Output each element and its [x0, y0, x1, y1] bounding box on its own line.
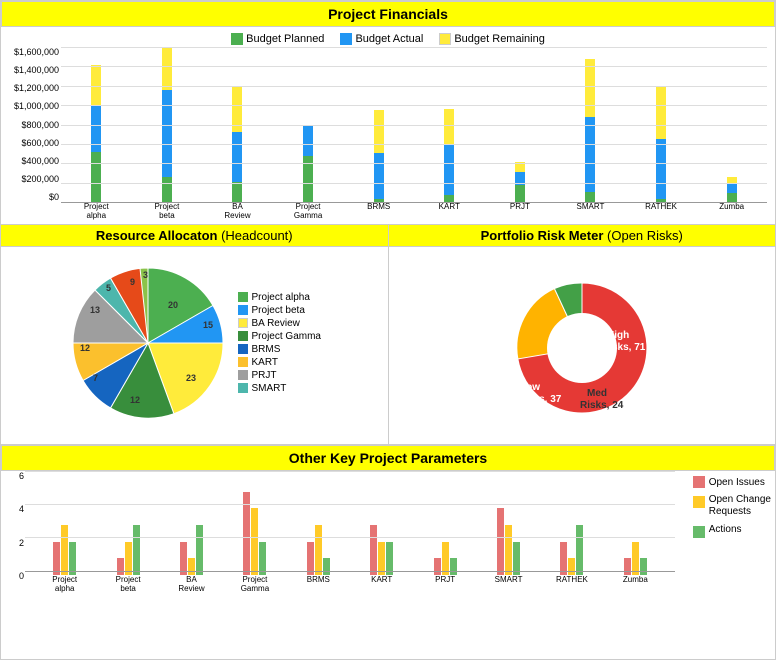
bar-group-brms	[343, 47, 414, 202]
pie-chart: 20 15 23 12 7 12 13 5 9 3	[68, 263, 228, 423]
planned-bar	[91, 152, 101, 202]
x-axis-labels: Projectalpha Projectbeta BAReview Projec…	[61, 202, 767, 220]
svg-text:Risks, 37: Risks, 37	[518, 394, 562, 405]
dashboard: Project Financials Budget Planned Budget…	[0, 0, 776, 660]
legend-planned: Budget Planned	[231, 33, 324, 45]
svg-text:Risks, 71: Risks, 71	[602, 342, 646, 353]
actual-bar	[91, 106, 101, 152]
bar-group-rathek	[626, 47, 697, 202]
y-axis: $1,600,000 $1,400,000 $1,200,000 $1,000,…	[9, 47, 61, 202]
resource-header: Resource Allocaton (Headcount)	[1, 225, 388, 247]
actual-color-box	[340, 33, 352, 45]
bar-group-smart	[555, 47, 626, 202]
bar-group-alpha	[61, 47, 132, 202]
remaining-bar	[91, 65, 101, 106]
bar-group-gamma	[273, 47, 344, 202]
bar-group-kart	[414, 47, 485, 202]
bars-row	[61, 47, 767, 202]
bottom-x-labels: Projectalpha Projectbeta BAReview Projec…	[33, 575, 667, 593]
bottom-legend: Open Issues Open ChangeRequests Actions	[693, 476, 771, 538]
risk-header: Portfolio Risk Meter (Open Risks)	[389, 225, 776, 247]
financials-chart-area: Budget Planned Budget Actual Budget Rema…	[1, 27, 775, 224]
legend-remaining: Budget Remaining	[439, 33, 545, 45]
svg-text:High: High	[607, 330, 629, 341]
bar-chart-container: $1,600,000 $1,400,000 $1,200,000 $1,000,…	[9, 47, 767, 220]
bar-group-zumba	[696, 47, 767, 202]
bottom-y-axis: 6 4 2 0	[9, 471, 24, 581]
remaining-color-box	[439, 33, 451, 45]
donut-chart-area: High Risks, 71 Low Risks, 37 Med Risks, …	[389, 247, 776, 438]
svg-text:9: 9	[130, 277, 135, 287]
top-section: Project Financials Budget Planned Budget…	[1, 1, 775, 225]
svg-text:13: 13	[90, 305, 100, 315]
risk-meter-panel: Portfolio Risk Meter (Open Risks)	[389, 225, 776, 444]
bottom-grid	[25, 471, 675, 571]
svg-text:5: 5	[106, 283, 111, 293]
pie-section: 20 15 23 12 7 12 13 5 9 3	[5, 263, 384, 423]
middle-section: Resource Allocaton (Headcount)	[1, 225, 775, 445]
svg-text:23: 23	[186, 373, 196, 383]
svg-text:12: 12	[80, 343, 90, 353]
resource-allocation-panel: Resource Allocaton (Headcount)	[1, 225, 389, 444]
svg-text:3: 3	[143, 270, 148, 280]
legend-actual: Budget Actual	[340, 33, 423, 45]
bottom-header: Other Key Project Parameters	[1, 445, 775, 471]
bar-group-prjt	[485, 47, 556, 202]
pie-chart-area: 20 15 23 12 7 12 13 5 9 3	[1, 247, 388, 438]
financials-legend: Budget Planned Budget Actual Budget Rema…	[9, 33, 767, 45]
bar-group-ba	[202, 47, 273, 202]
svg-text:12: 12	[130, 395, 140, 405]
svg-text:15: 15	[203, 320, 213, 330]
svg-text:Low: Low	[520, 382, 540, 393]
bar-group-beta	[132, 47, 203, 202]
bottom-section: Other Key Project Parameters 6 4 2 0	[1, 445, 775, 659]
donut-chart: High Risks, 71 Low Risks, 37 Med Risks, …	[482, 253, 682, 433]
planned-color-box	[231, 33, 243, 45]
svg-text:Risks, 24: Risks, 24	[580, 400, 624, 411]
svg-text:20: 20	[168, 300, 178, 310]
svg-text:Med: Med	[587, 388, 607, 399]
bottom-chart-area: 6 4 2 0	[1, 471, 775, 597]
svg-text:7: 7	[93, 373, 98, 383]
pie-legend: Project alpha Project beta BA Review Pro…	[238, 290, 321, 396]
financials-header: Project Financials	[1, 1, 775, 27]
